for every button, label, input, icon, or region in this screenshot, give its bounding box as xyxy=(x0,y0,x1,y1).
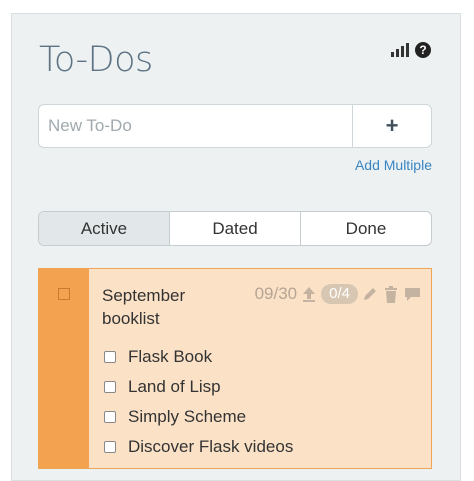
todo-meta: 09/30 0/4 xyxy=(255,284,421,304)
comment-icon[interactable] xyxy=(403,284,421,304)
item-label: Discover Flask videos xyxy=(128,437,294,456)
todo-card: September booklist 09/30 0/4 Flask Book … xyxy=(38,268,432,469)
trash-icon[interactable] xyxy=(382,284,400,304)
item-checkbox[interactable] xyxy=(104,381,116,393)
todo-color-bar xyxy=(39,269,89,468)
tab-dated[interactable]: Dated xyxy=(170,212,301,245)
list-item: Flask Book xyxy=(104,342,293,372)
help-icon[interactable]: ? xyxy=(415,42,431,58)
list-item: Land of Lisp xyxy=(104,372,293,402)
item-checkbox[interactable] xyxy=(104,351,116,363)
filter-tabs: Active Dated Done xyxy=(38,211,432,246)
bar-chart-icon[interactable] xyxy=(391,43,409,57)
upload-icon[interactable] xyxy=(300,284,318,304)
add-todo-button[interactable]: + xyxy=(352,104,432,148)
page-title: To-Dos xyxy=(39,40,153,80)
todo-panel: To-Dos ? + Add Multiple Active Dated Don… xyxy=(11,13,461,481)
todo-title[interactable]: September booklist xyxy=(102,284,212,330)
item-label: Simply Scheme xyxy=(128,407,247,426)
add-multiple-link[interactable]: Add Multiple xyxy=(355,157,432,173)
new-todo-input[interactable] xyxy=(38,104,352,148)
item-checkbox[interactable] xyxy=(104,411,116,423)
item-checkbox[interactable] xyxy=(104,441,116,453)
todo-progress-badge: 0/4 xyxy=(321,284,358,304)
tab-done[interactable]: Done xyxy=(301,212,431,245)
list-item: Discover Flask videos xyxy=(104,432,293,462)
header-icons: ? xyxy=(391,42,431,58)
pencil-icon[interactable] xyxy=(361,284,379,304)
item-label: Land of Lisp xyxy=(128,377,221,396)
list-item: Simply Scheme xyxy=(104,402,293,432)
tab-active[interactable]: Active xyxy=(39,212,170,245)
todo-due-date: 09/30 xyxy=(254,284,298,303)
item-label: Flask Book xyxy=(128,347,213,366)
todo-items: Flask Book Land of Lisp Simply Scheme Di… xyxy=(104,342,293,462)
todo-body: September booklist 09/30 0/4 Flask Book … xyxy=(89,269,431,468)
todo-complete-checkbox[interactable] xyxy=(58,288,70,300)
new-todo-row: + xyxy=(38,104,432,148)
